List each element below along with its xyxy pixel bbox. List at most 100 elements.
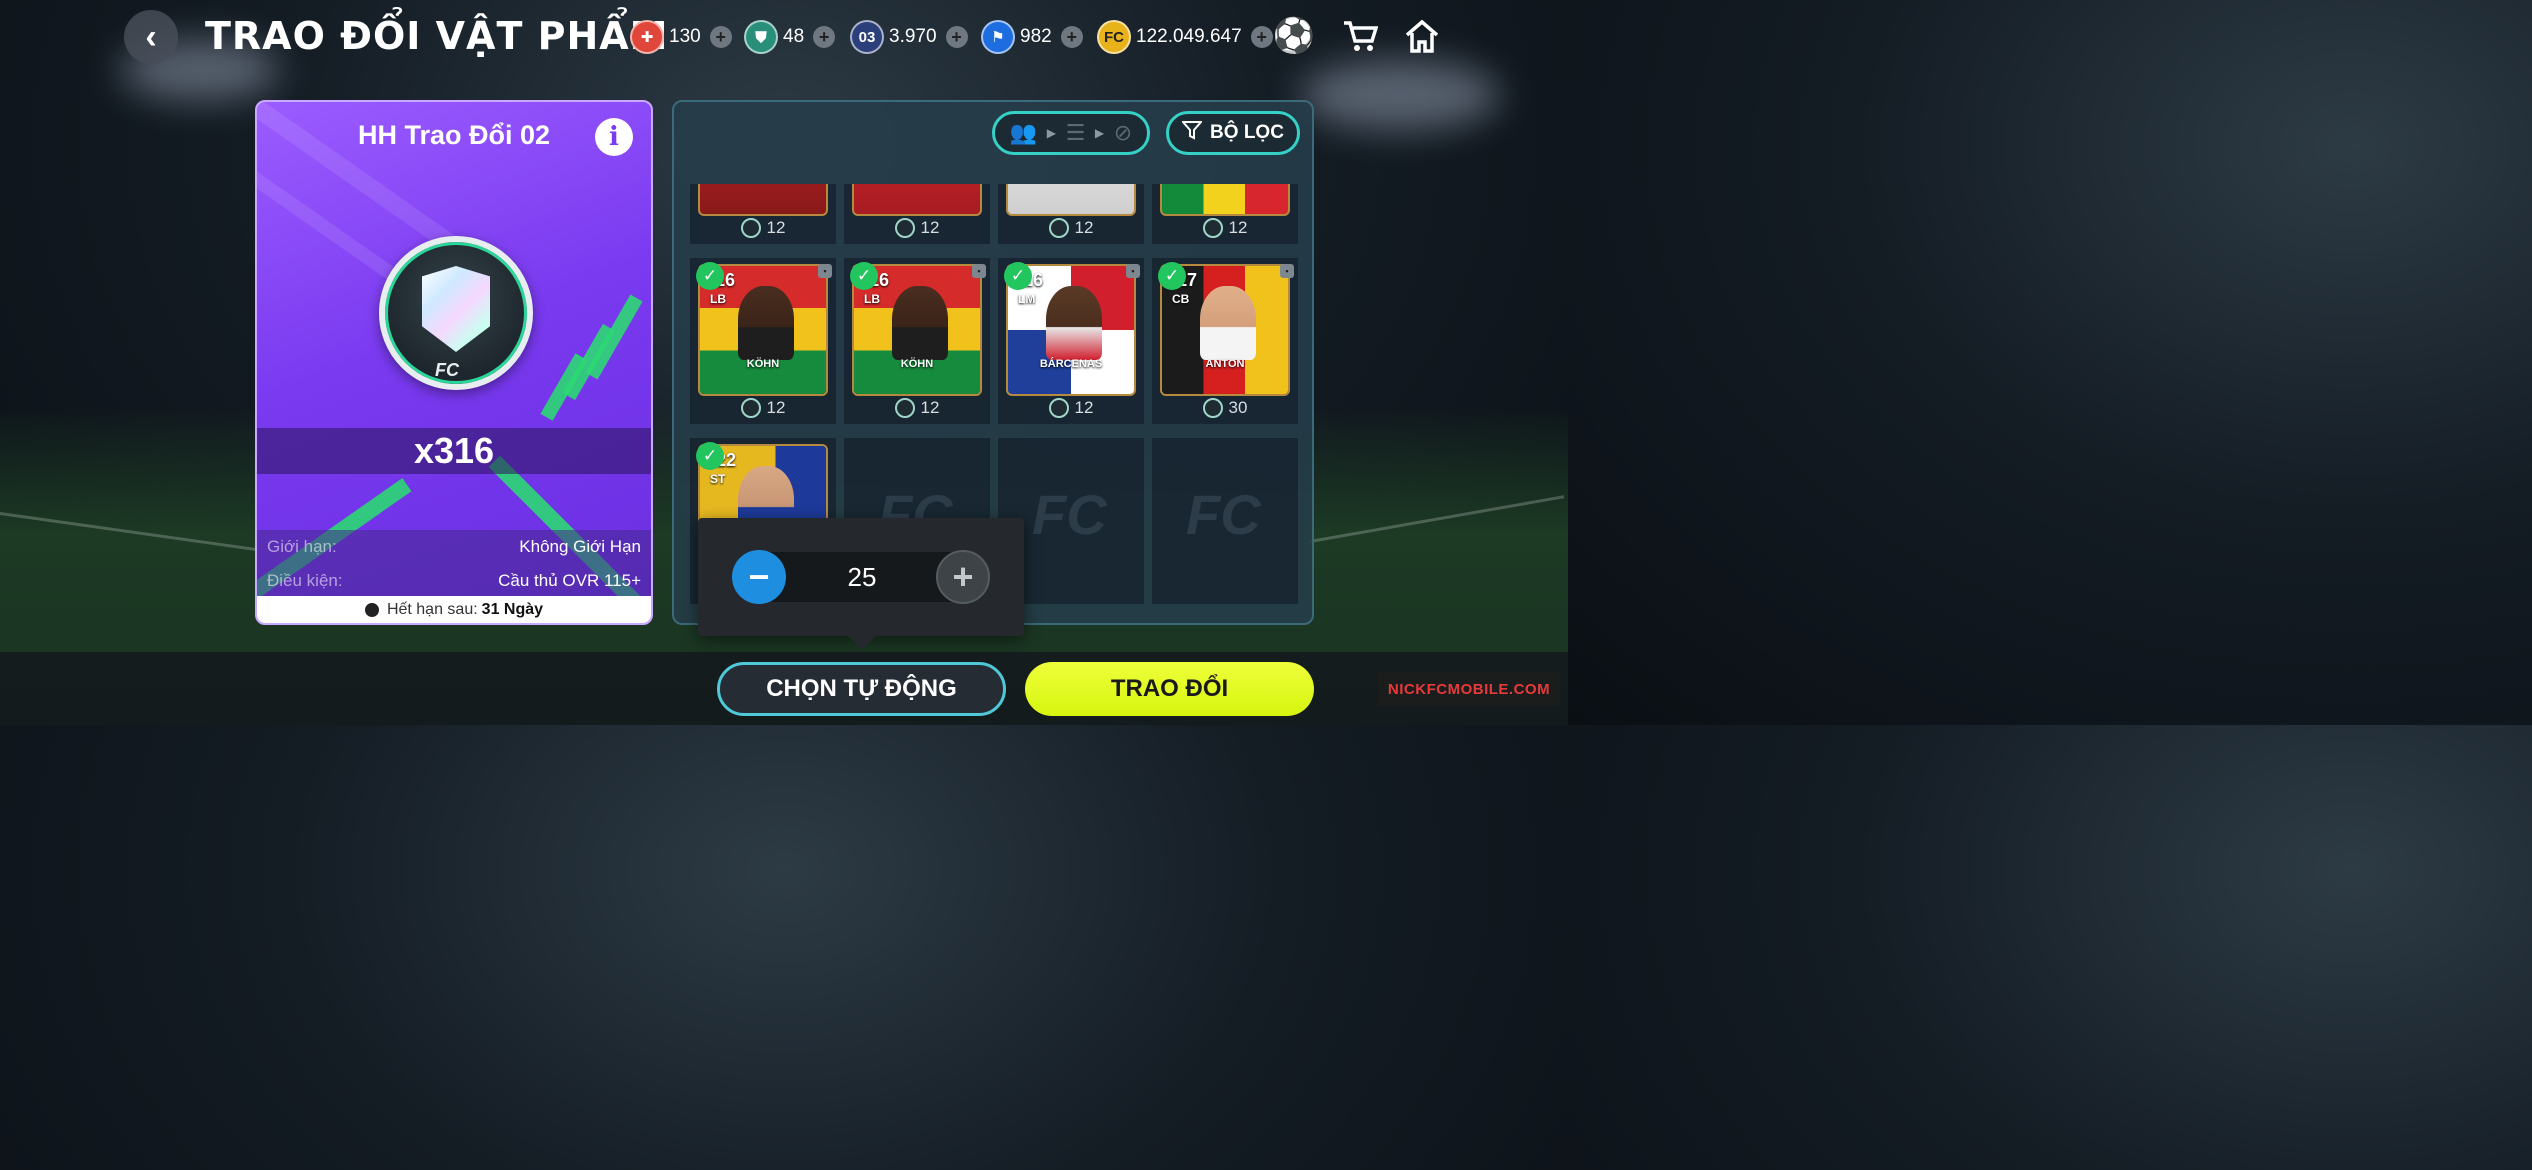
- minus-icon: −: [748, 556, 770, 597]
- player-slot[interactable]: 12: [690, 184, 836, 244]
- add-boot-button[interactable]: +: [1060, 26, 1083, 48]
- home-icon[interactable]: [1400, 16, 1444, 56]
- player-card: [1160, 184, 1290, 216]
- checkmark-icon: ✓: [850, 262, 878, 290]
- quantity-popup: − 25 +: [698, 518, 1024, 650]
- chevron-right-icon: ▶: [1094, 126, 1105, 140]
- shield-icon: [422, 266, 490, 352]
- back-button[interactable]: ‹: [124, 10, 178, 64]
- filter-label: BỘ LỌC: [1210, 122, 1284, 143]
- player-card: [1006, 184, 1136, 216]
- stopwatch-icon: [364, 602, 379, 617]
- player-name: KÖHN: [746, 358, 780, 370]
- player-cost: 12: [844, 218, 990, 238]
- player-portrait: [892, 286, 948, 360]
- empty-slot[interactable]: FC: [1152, 438, 1298, 604]
- player-cost: 30: [1152, 398, 1298, 418]
- condition-value: Cầu thủ OVR 115+: [498, 571, 641, 590]
- add-puzzle-button[interactable]: +: [709, 26, 732, 48]
- limit-value: Không Giới Hạn: [519, 537, 641, 556]
- expiry-label: Hết hạn sau:: [386, 600, 478, 618]
- player-portrait: [1046, 286, 1102, 360]
- stadium-light: [1300, 60, 1500, 130]
- lock-icon: ▪: [1126, 264, 1140, 278]
- group-icon: 👥: [1009, 120, 1038, 145]
- currency-fc-coin: FC 122.049.647 +: [1097, 18, 1273, 56]
- quantity-value[interactable]: 25: [798, 562, 926, 593]
- player-slot[interactable]: 12: [1152, 184, 1298, 244]
- player-card: [852, 184, 982, 216]
- player-slot[interactable]: 117 CB ANTON ✓ ▪ 30: [1152, 258, 1298, 424]
- player-position: LB: [710, 292, 726, 306]
- info-icon[interactable]: i: [595, 118, 633, 156]
- ball-icon[interactable]: ⚽: [1272, 16, 1316, 56]
- auto-select-button[interactable]: CHỌN TỰ ĐỘNG: [717, 662, 1006, 716]
- shield-token-icon: [1048, 398, 1069, 418]
- player-cost: 12: [1152, 218, 1298, 238]
- fc-logo-icon: FC: [1186, 483, 1261, 546]
- player-cost: 12: [998, 398, 1144, 418]
- player-name: KÖHN: [900, 358, 934, 370]
- player-position: ST: [710, 472, 726, 486]
- currency-value: 130: [669, 26, 701, 47]
- filter-button[interactable]: BỘ LỌC: [1166, 111, 1300, 155]
- cart-icon[interactable]: [1338, 16, 1382, 56]
- watermark-logo: NICKFCMOBILE.COM: [1378, 672, 1560, 706]
- expiry-value: 31 Ngày: [481, 600, 544, 618]
- player-position: LB: [864, 292, 880, 306]
- lock-icon: ▪: [818, 264, 832, 278]
- fc-logo-icon: FC: [435, 360, 459, 380]
- limit-label: Giới hạn:: [267, 537, 337, 556]
- add-coin-button[interactable]: +: [1250, 26, 1273, 48]
- shield-token-icon: [1048, 218, 1069, 238]
- add-card-button[interactable]: +: [945, 26, 968, 48]
- player-slot[interactable]: 12: [844, 184, 990, 244]
- currency-value: 48: [783, 26, 805, 47]
- plus-icon: +: [952, 556, 974, 597]
- item-info: Giới hạn: Không Giới Hạn Điều kiện: Cầu …: [257, 530, 651, 598]
- filter-path[interactable]: 👥 ▶ ☰ ▶ ⊘: [992, 111, 1150, 155]
- shield-token-icon: [894, 218, 915, 238]
- shield-token-icon: [894, 398, 915, 418]
- player-name: BÁRCENAS: [1039, 358, 1103, 370]
- limit-row: Giới hạn: Không Giới Hạn: [257, 530, 651, 564]
- player-cost: 12: [998, 218, 1144, 238]
- lock-icon: ▪: [1280, 264, 1294, 278]
- boot-token-icon: ⚑: [981, 20, 1015, 54]
- player-slot[interactable]: 116 LB KÖHN ✓ ▪ 12: [844, 258, 990, 424]
- shield-token-icon: [740, 218, 761, 238]
- player-cost: 12: [690, 218, 836, 238]
- chevron-left-icon: ‹: [145, 17, 157, 56]
- player-position: LM: [1018, 292, 1036, 306]
- condition-row: Điều kiện: Cầu thủ OVR 115+: [257, 564, 651, 598]
- shield-token-icon: [1202, 398, 1223, 418]
- currency-value: 982: [1020, 26, 1052, 47]
- funnel-icon: [1180, 120, 1204, 146]
- player-slot[interactable]: 116 LB KÖHN ✓ ▪ 12: [690, 258, 836, 424]
- checkmark-icon: ✓: [696, 442, 724, 470]
- shield-token-icon: ⛊: [744, 20, 778, 54]
- lock-icon: ▪: [972, 264, 986, 278]
- currency-card: 03 3.970 +: [850, 18, 968, 56]
- player-slot[interactable]: 12: [998, 184, 1144, 244]
- stack-icon: ☰: [1065, 120, 1086, 145]
- player-position: CB: [1172, 292, 1190, 306]
- puzzle-token-icon: ✚: [630, 20, 664, 54]
- player-name: ANTON: [1205, 358, 1245, 370]
- player-card: [698, 184, 828, 216]
- player-slot[interactable]: 116 LM BÁRCENAS ✓ ▪ 12: [998, 258, 1144, 424]
- shield-badge-icon: FC: [379, 236, 533, 390]
- trade-button[interactable]: TRAO ĐỔI: [1025, 662, 1314, 716]
- card-title: HH Trao Đổi 02: [357, 120, 551, 150]
- decrease-button[interactable]: −: [732, 550, 786, 604]
- currency-puzzle: ✚ 130 +: [630, 18, 732, 56]
- exchange-item-card: HH Trao Đổi 02 i FC x316 Giới hạn: Không…: [255, 100, 653, 625]
- add-shield-button[interactable]: +: [813, 26, 836, 48]
- page-title: TRAO ĐỔI VẬT PHẨM: [205, 14, 669, 58]
- currency-boot: ⚑ 982 +: [981, 18, 1083, 56]
- shield-token-icon: [1202, 218, 1223, 238]
- currency-value: 3.970: [889, 26, 937, 47]
- checkmark-icon: ✓: [1004, 262, 1032, 290]
- currency-value: 122.049.647: [1136, 26, 1242, 47]
- increase-button[interactable]: +: [936, 550, 990, 604]
